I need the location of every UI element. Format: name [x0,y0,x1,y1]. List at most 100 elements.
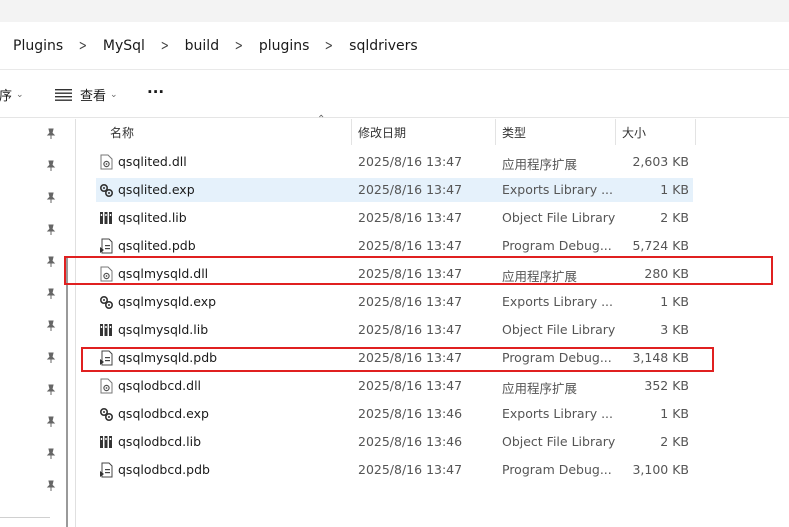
file-size: 2 KB [660,210,689,225]
file-type: Object File Library [502,434,616,449]
file-name: qsqlodbcd.dll [118,378,202,393]
file-type: Exports Library ... [502,406,614,421]
chevron-down-icon: ⌄ [16,89,24,100]
view-label: 查看 [80,89,107,104]
file-type: 应用程序扩展 [502,157,578,172]
pin-icon[interactable] [45,288,57,300]
file-date: 2025/8/16 13:46 [358,434,463,449]
pdb-icon [99,238,114,254]
pin-icon[interactable] [45,160,57,172]
file-date: 2025/8/16 13:47 [358,154,463,169]
file-type: Exports Library ... [502,182,614,197]
more-icon: ··· [147,83,165,101]
column-header-row: ⌃ 名称 修改日期 类型 大小 [96,114,696,145]
pane-divider[interactable] [75,119,76,527]
file-name: qsqlited.lib [118,210,187,225]
breadcrumb[interactable]: Plugins > MySql > build > plugins > sqld… [0,22,789,70]
file-type: Object File Library [502,210,616,225]
exp-icon [99,294,114,310]
dll-icon [99,378,114,394]
highlight-box-qsqlmysqld-dll [64,256,773,285]
divider [0,517,50,518]
pin-icon[interactable] [45,224,57,236]
chevron-right-icon: > [160,37,169,54]
file-name: qsqlmysqld.exp [118,294,217,309]
file-size: 352 KB [644,378,689,393]
file-size: 2 KB [660,434,689,449]
file-row[interactable]: qsqlited.pdb 2025/8/16 13:47 Program Debug… [96,234,693,258]
pin-icon[interactable] [45,416,57,428]
pin-icon[interactable] [45,320,57,332]
file-type: Program Debug... [502,462,612,477]
chevron-right-icon: > [325,37,334,54]
command-toolbar: 排序 ⌄ 查看 ⌄ ··· [0,71,789,118]
file-row[interactable]: qsqlodbcd.lib 2025/8/16 13:46 Object File … [96,430,693,454]
file-row[interactable]: qsqlited.exp 2025/8/16 13:47 Exports Libra… [96,178,693,202]
lib-icon [99,434,114,450]
column-header-name[interactable]: 名称 [110,119,134,145]
file-name: qsqlodbcd.pdb [118,462,210,477]
file-date: 2025/8/16 13:47 [358,210,463,225]
file-date: 2025/8/16 13:47 [358,238,463,253]
pdb-icon [99,462,114,478]
chevron-right-icon: > [234,37,244,54]
breadcrumb-item-sqldrivers[interactable]: sqldrivers [349,38,418,54]
pin-icon[interactable] [45,256,57,268]
column-header-type[interactable]: 类型 [502,119,526,145]
view-button[interactable]: 查看 ⌄ [55,85,118,104]
pin-icon[interactable] [45,192,57,204]
breadcrumb-item-build[interactable]: build [185,38,219,54]
file-row[interactable]: qsqlodbcd.pdb 2025/8/16 13:47 Program Debu… [96,458,693,482]
lib-icon [99,322,114,338]
file-date: 2025/8/16 13:47 [358,294,463,309]
file-type: Program Debug... [502,238,612,253]
file-date: 2025/8/16 13:47 [358,182,463,197]
file-name: qsqlited.exp [118,182,195,197]
pin-icon[interactable] [45,448,57,460]
file-row[interactable]: qsqlmysqld.lib 2025/8/16 13:47 Object File… [96,318,693,342]
file-size: 3 KB [660,322,689,337]
lib-icon [99,210,114,226]
window-top-strip [0,0,789,22]
more-options-button[interactable]: ··· [147,83,164,101]
view-list-icon [55,88,72,101]
exp-icon [99,182,114,198]
file-date: 2025/8/16 13:47 [358,378,463,393]
file-size: 1 KB [660,182,689,197]
file-type: Object File Library [502,322,616,337]
file-row[interactable]: qsqlited.lib 2025/8/16 13:47 Object File L… [96,206,693,230]
file-size: 1 KB [660,406,689,421]
navigation-pane [0,119,64,527]
file-size: 1 KB [660,294,689,309]
breadcrumb-item-mysql[interactable]: MySql [103,38,145,54]
file-row[interactable]: qsqlited.dll 2025/8/16 13:47 应用程序扩展 2,603 K… [96,150,693,174]
pin-icon[interactable] [45,384,57,396]
file-name: qsqlodbcd.exp [118,406,209,421]
file-row[interactable]: qsqlmysqld.exp 2025/8/16 13:47 Exports Lib… [96,290,693,314]
file-date: 2025/8/16 13:46 [358,406,463,421]
column-header-size[interactable]: 大小 [622,119,646,145]
sort-button[interactable]: 排序 ⌄ [0,85,24,104]
column-separator[interactable] [615,119,616,145]
chevron-right-icon: > [78,37,88,54]
exp-icon [99,406,114,422]
dll-icon [99,154,114,170]
file-row[interactable]: qsqlodbcd.dll 2025/8/16 13:47 应用程序扩展 352 KB [96,374,693,398]
file-row[interactable]: qsqlodbcd.exp 2025/8/16 13:46 Exports Libr… [96,402,693,426]
file-name: qsqlited.dll [118,154,187,169]
breadcrumb-item-plugins[interactable]: Plugins [13,38,63,54]
file-date: 2025/8/16 13:47 [358,322,463,337]
column-separator[interactable] [351,119,352,145]
pin-icon[interactable] [45,352,57,364]
column-separator[interactable] [695,119,696,145]
file-type: 应用程序扩展 [502,381,578,396]
column-separator[interactable] [495,119,496,145]
breadcrumb-item-plugins-sub[interactable]: plugins [259,38,310,54]
sort-label: 排序 [0,89,13,104]
file-date: 2025/8/16 13:47 [358,462,463,477]
column-header-date[interactable]: 修改日期 [358,119,406,145]
file-size: 5,724 KB [632,238,689,253]
chevron-down-icon: ⌄ [110,89,118,100]
pin-icon[interactable] [45,480,57,492]
pin-icon[interactable] [45,128,57,140]
